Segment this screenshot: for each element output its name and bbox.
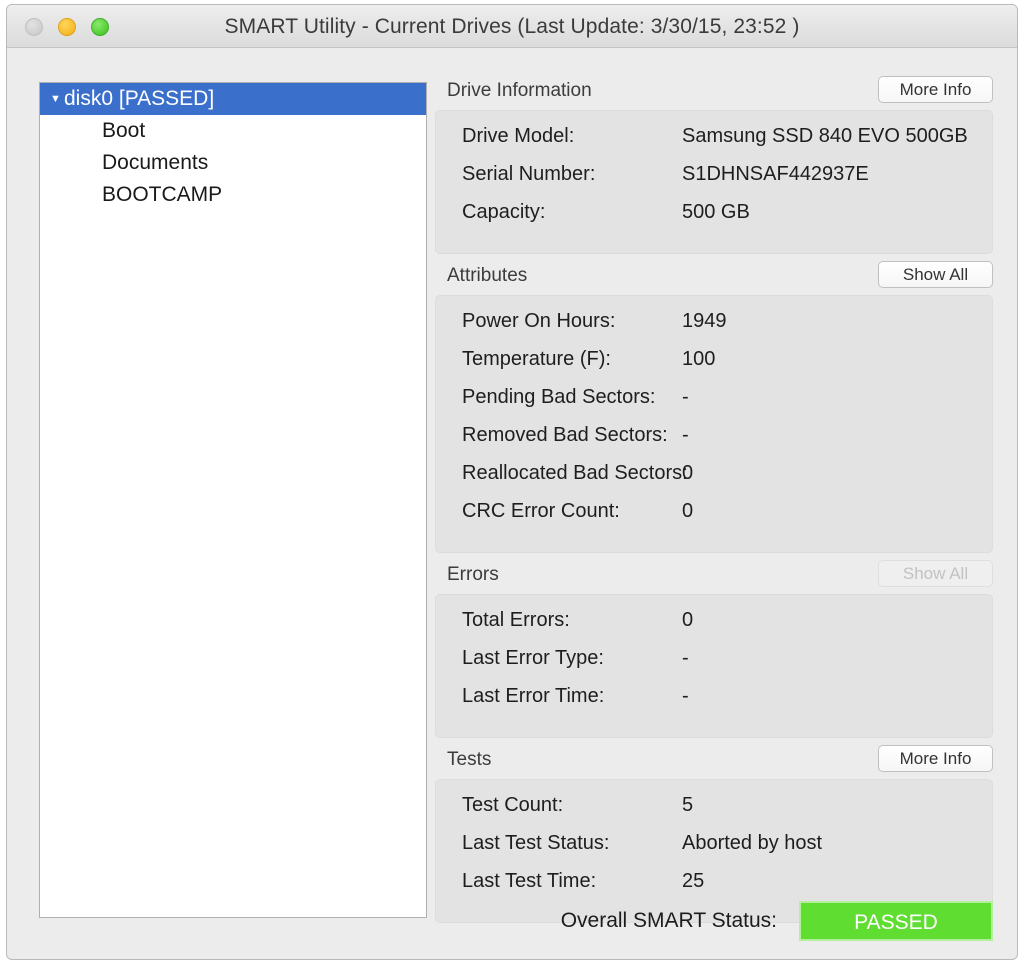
section-header-drive-information: Drive Information More Info bbox=[435, 78, 993, 110]
row-total-errors: Total Errors: 0 bbox=[436, 609, 992, 647]
panel-errors: Total Errors: 0 Last Error Type: - Last … bbox=[435, 594, 993, 738]
label-temperature: Temperature (F): bbox=[436, 348, 682, 371]
value-crc-error-count: 0 bbox=[682, 500, 693, 523]
label-drive-model: Drive Model: bbox=[436, 125, 682, 148]
label-last-test-time: Last Test Time: bbox=[436, 870, 682, 893]
section-title-tests: Tests bbox=[447, 749, 491, 771]
row-serial-number: Serial Number: S1DHNSAF442937E bbox=[436, 163, 992, 201]
row-removed-bad-sectors: Removed Bad Sectors: - bbox=[436, 424, 992, 462]
value-drive-model: Samsung SSD 840 EVO 500GB bbox=[682, 125, 968, 148]
section-errors: Errors Show All Total Errors: 0 Last Err… bbox=[435, 562, 993, 738]
value-reallocated-bad-sectors: 0 bbox=[682, 462, 693, 485]
value-temperature: 100 bbox=[682, 348, 715, 371]
section-title-attributes: Attributes bbox=[447, 265, 527, 287]
row-temperature: Temperature (F): 100 bbox=[436, 348, 992, 386]
tree-item-boot-label: Boot bbox=[102, 119, 145, 142]
window-content: ▼disk0 [PASSED] Boot Documents BOOTCAMP … bbox=[7, 48, 1017, 959]
window-title: SMART Utility - Current Drives (Last Upd… bbox=[7, 15, 1017, 39]
details-pane: Drive Information More Info Drive Model:… bbox=[435, 78, 993, 932]
row-reallocated-bad-sectors: Reallocated Bad Sectors: 0 bbox=[436, 462, 992, 500]
row-power-on-hours: Power On Hours: 1949 bbox=[436, 310, 992, 348]
label-test-count: Test Count: bbox=[436, 794, 682, 817]
label-capacity: Capacity: bbox=[436, 201, 682, 224]
label-last-error-time: Last Error Time: bbox=[436, 685, 682, 708]
tree-item-documents[interactable]: Documents bbox=[40, 147, 426, 179]
tests-more-info-button[interactable]: More Info bbox=[878, 745, 993, 772]
tree-item-boot[interactable]: Boot bbox=[40, 115, 426, 147]
overall-status-label: Overall SMART Status: bbox=[561, 909, 777, 933]
attributes-show-all-button[interactable]: Show All bbox=[878, 261, 993, 288]
section-attributes: Attributes Show All Power On Hours: 1949… bbox=[435, 263, 993, 553]
row-capacity: Capacity: 500 GB bbox=[436, 201, 992, 239]
label-power-on-hours: Power On Hours: bbox=[436, 310, 682, 333]
value-last-test-status: Aborted by host bbox=[682, 832, 822, 855]
row-test-count: Test Count: 5 bbox=[436, 794, 992, 832]
value-power-on-hours: 1949 bbox=[682, 310, 727, 333]
tree-item-disk0[interactable]: ▼disk0 [PASSED] bbox=[40, 83, 426, 115]
overall-status-bar: Overall SMART Status: PASSED bbox=[435, 896, 993, 946]
row-last-error-time: Last Error Time: - bbox=[436, 685, 992, 723]
drive-information-more-info-button[interactable]: More Info bbox=[878, 76, 993, 103]
tree-item-documents-label: Documents bbox=[102, 151, 208, 174]
label-last-test-status: Last Test Status: bbox=[436, 832, 682, 855]
value-removed-bad-sectors: - bbox=[682, 424, 689, 447]
section-title-drive-information: Drive Information bbox=[447, 80, 592, 102]
panel-attributes: Power On Hours: 1949 Temperature (F): 10… bbox=[435, 295, 993, 553]
status-badge: PASSED bbox=[799, 901, 993, 941]
label-removed-bad-sectors: Removed Bad Sectors: bbox=[436, 424, 682, 447]
drive-tree-list[interactable]: ▼disk0 [PASSED] Boot Documents BOOTCAMP bbox=[39, 82, 427, 918]
tree-item-disk0-label: disk0 [PASSED] bbox=[64, 87, 214, 110]
value-total-errors: 0 bbox=[682, 609, 693, 632]
section-drive-information: Drive Information More Info Drive Model:… bbox=[435, 78, 993, 254]
value-last-error-time: - bbox=[682, 685, 689, 708]
label-pending-bad-sectors: Pending Bad Sectors: bbox=[436, 386, 682, 409]
value-last-error-type: - bbox=[682, 647, 689, 670]
smart-utility-window: SMART Utility - Current Drives (Last Upd… bbox=[6, 4, 1018, 960]
value-capacity: 500 GB bbox=[682, 201, 750, 224]
row-crc-error-count: CRC Error Count: 0 bbox=[436, 500, 992, 538]
label-total-errors: Total Errors: bbox=[436, 609, 682, 632]
section-header-attributes: Attributes Show All bbox=[435, 263, 993, 295]
label-last-error-type: Last Error Type: bbox=[436, 647, 682, 670]
section-header-tests: Tests More Info bbox=[435, 747, 993, 779]
errors-show-all-button: Show All bbox=[878, 560, 993, 587]
value-test-count: 5 bbox=[682, 794, 693, 817]
row-last-error-type: Last Error Type: - bbox=[436, 647, 992, 685]
row-last-test-status: Last Test Status: Aborted by host bbox=[436, 832, 992, 870]
value-pending-bad-sectors: - bbox=[682, 386, 689, 409]
panel-drive-information: Drive Model: Samsung SSD 840 EVO 500GB S… bbox=[435, 110, 993, 254]
label-serial-number: Serial Number: bbox=[436, 163, 682, 186]
value-serial-number: S1DHNSAF442937E bbox=[682, 163, 869, 186]
section-title-errors: Errors bbox=[447, 564, 499, 586]
title-bar[interactable]: SMART Utility - Current Drives (Last Upd… bbox=[7, 5, 1017, 48]
row-drive-model: Drive Model: Samsung SSD 840 EVO 500GB bbox=[436, 125, 992, 163]
label-crc-error-count: CRC Error Count: bbox=[436, 500, 682, 523]
tree-item-bootcamp[interactable]: BOOTCAMP bbox=[40, 179, 426, 211]
tree-item-bootcamp-label: BOOTCAMP bbox=[102, 183, 222, 206]
label-reallocated-bad-sectors: Reallocated Bad Sectors: bbox=[436, 462, 682, 485]
chevron-down-icon[interactable]: ▼ bbox=[50, 83, 64, 115]
section-header-errors: Errors Show All bbox=[435, 562, 993, 594]
value-last-test-time: 25 bbox=[682, 870, 704, 893]
row-pending-bad-sectors: Pending Bad Sectors: - bbox=[436, 386, 992, 424]
